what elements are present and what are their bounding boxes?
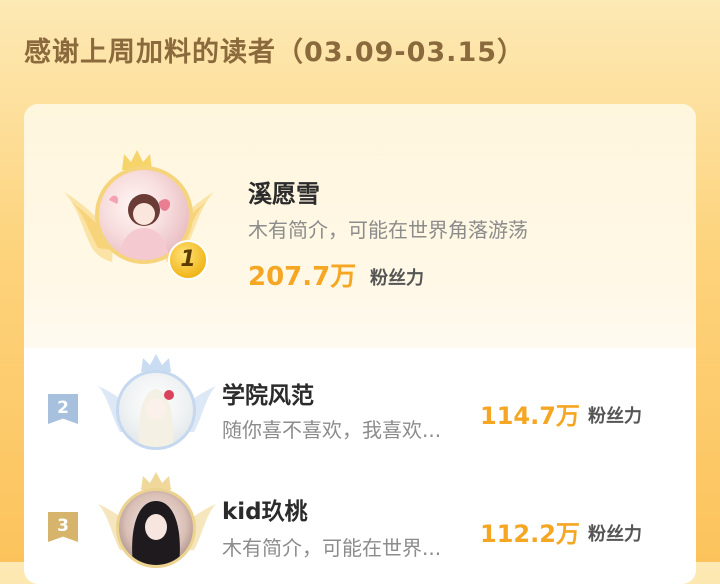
- reader-name[interactable]: kid玖桃: [222, 492, 308, 526]
- fan-power-unit: 粉丝力: [370, 268, 424, 289]
- reader-name[interactable]: 学院风范: [222, 376, 314, 410]
- fan-power-amount: 114.7万: [480, 402, 580, 430]
- fan-power-unit: 粉丝力: [588, 406, 642, 427]
- rank-number: 2: [57, 398, 69, 418]
- reader-bio: 随你喜不喜欢，我喜欢...: [222, 418, 442, 442]
- rank-number: 1: [180, 247, 196, 272]
- reader-name[interactable]: 溪愿雪: [248, 174, 320, 209]
- fan-power-amount: 207.7万: [248, 262, 357, 292]
- avatar[interactable]: [116, 488, 196, 568]
- page-title: 感谢上周加料的读者（03.09-03.15）: [24, 37, 526, 68]
- avatar[interactable]: [116, 370, 196, 450]
- rank-badge-icon: 2: [48, 394, 78, 424]
- fan-power-amount: 112.2万: [480, 520, 580, 548]
- top-reader-card[interactable]: 1 溪愿雪 木有简介，可能在世界角落游荡 207.7万 粉丝力: [24, 104, 696, 348]
- avatar-illustration-icon: [138, 389, 174, 447]
- rank-number: 3: [57, 516, 69, 536]
- rank-badge-icon: 1: [168, 240, 208, 280]
- list-item[interactable]: 3 kid玖桃 木有简介，可能在世界... 112.2万 粉丝力: [24, 468, 696, 584]
- leaderboard-panel: 1 溪愿雪 木有简介，可能在世界角落游荡 207.7万 粉丝力 2 学院风范 随…: [24, 104, 696, 584]
- avatar-illustration-icon: [132, 501, 180, 565]
- reader-bio: 木有简介，可能在世界角落游荡: [248, 218, 528, 242]
- reader-bio: 木有简介，可能在世界...: [222, 536, 442, 560]
- list-item[interactable]: 2 学院风范 随你喜不喜欢，我喜欢... 114.7万 粉丝力: [24, 348, 696, 468]
- avatar-frame-gold: 1: [54, 144, 224, 294]
- rank-badge-icon: 3: [48, 512, 78, 542]
- fan-power-unit: 粉丝力: [588, 524, 642, 545]
